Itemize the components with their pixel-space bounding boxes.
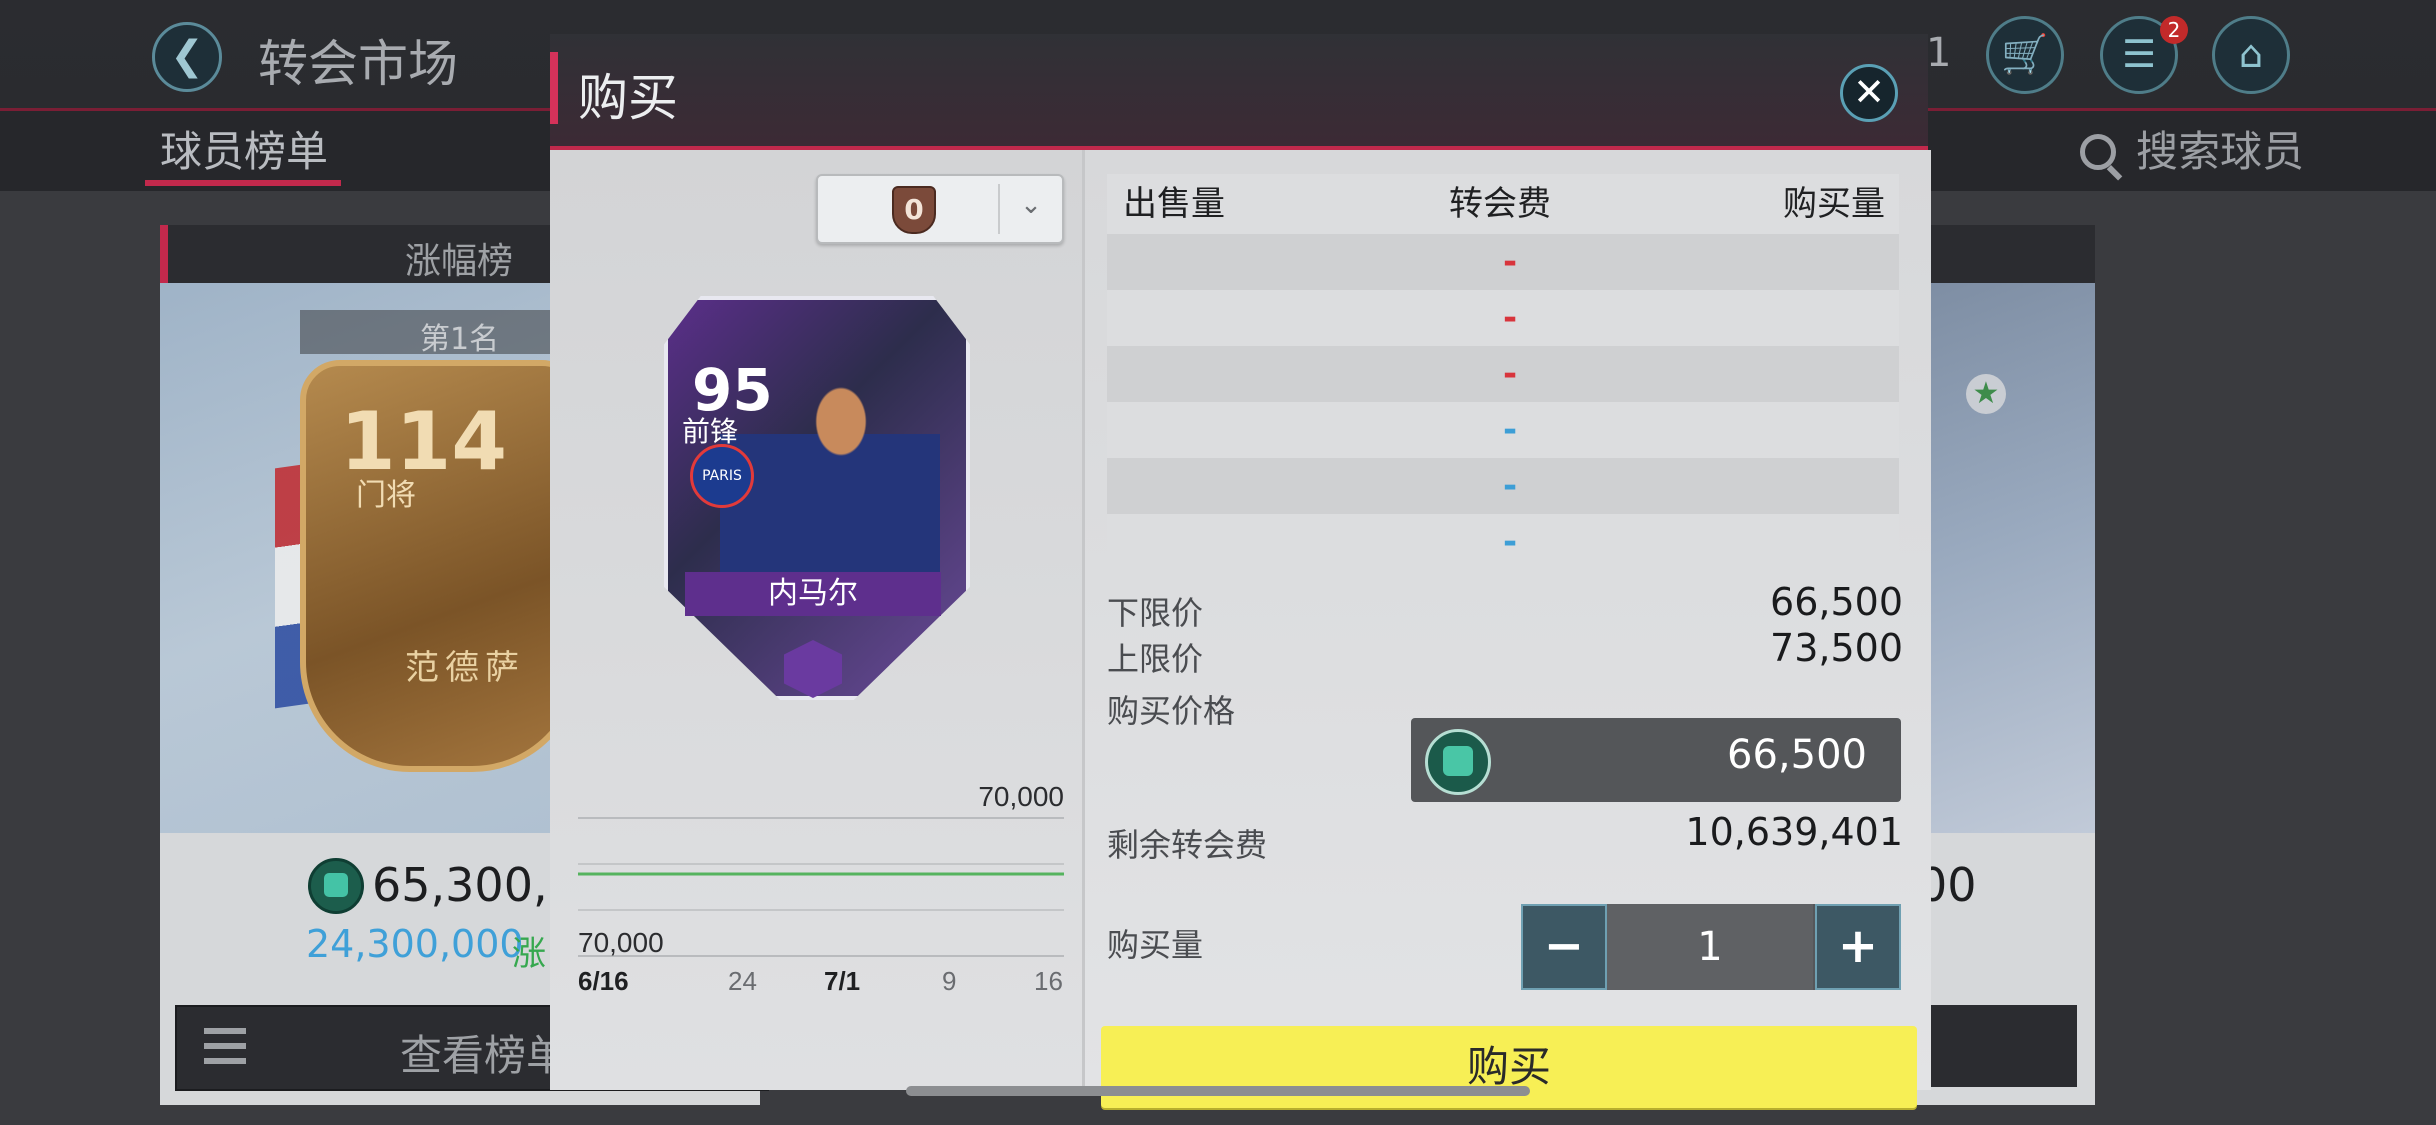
purchase-form-pane: 出售量 转会费 购买量 - - - - - - 下限价 66,500 上限价 7… — [1082, 150, 1931, 1108]
coin-icon — [308, 858, 364, 914]
star-icon: ★ — [1966, 374, 2006, 414]
chevron-left-icon: ❮ — [170, 33, 204, 79]
cart-icon: 🛒 — [2001, 32, 2049, 76]
level-shield-icon: 0 — [892, 186, 936, 234]
row-fee: - — [1503, 354, 1518, 394]
checklist-icon: ☰ — [2121, 32, 2157, 76]
table-row: - — [1107, 514, 1899, 570]
tab-player-rankings[interactable]: 球员榜单 — [160, 118, 328, 179]
dropdown-divider — [998, 184, 1000, 234]
gold-card-position: 门将 — [356, 478, 416, 513]
quantity-stepper: − 1 + — [1521, 904, 1901, 990]
table-row: - — [1107, 290, 1899, 346]
row-fee: - — [1503, 410, 1518, 450]
purchase-modal: 购买 ✕ 0 ⌄ 95 前锋 PARIS 内马尔 70,000 70,000 6… — [550, 34, 1931, 1108]
quantity-value[interactable]: 1 — [1607, 904, 1813, 990]
min-price-label: 下限价 — [1107, 594, 1204, 632]
chart-bottom-value: 70,000 — [578, 927, 664, 958]
modal-header: 购买 ✕ — [550, 34, 1928, 150]
search-players-button[interactable]: 搜索球员 — [2136, 118, 2304, 179]
buy-price-value: 66,500 — [1727, 732, 1867, 778]
min-price-value: 66,500 — [1770, 580, 1903, 624]
remaining-fee-value: 10,639,401 — [1685, 810, 1903, 854]
gold-card-name: 范德萨 — [405, 648, 525, 688]
x-tick-label: 24 — [728, 966, 757, 996]
column-transfer-fee: 转会费 — [1449, 184, 1551, 224]
buy-price-label: 购买价格 — [1107, 692, 1236, 730]
ranking-rise: 24,300,000 — [306, 922, 524, 966]
price-history-chart: 70,000 70,000 6/16 24 7/1 9 16 — [578, 781, 1064, 996]
x-tick-label: 7/1 — [824, 966, 860, 996]
partial-count: 1 — [1926, 30, 1952, 76]
card-player-name: 内马尔 — [768, 576, 858, 611]
ranking-title: 涨幅榜 — [405, 241, 514, 282]
row-fee: - — [1503, 242, 1518, 282]
club-badge-icon: PARIS — [690, 444, 754, 508]
table-row: - — [1107, 234, 1899, 290]
list-icon — [204, 1028, 246, 1064]
search-icon[interactable] — [2080, 134, 2116, 170]
notification-badge: 2 — [2160, 16, 2188, 44]
chart-top-value: 70,000 — [978, 781, 1064, 812]
page-title: 转会市场 — [258, 35, 458, 93]
home-icon: ⌂ — [2238, 32, 2264, 76]
x-tick-label: 16 — [1034, 966, 1063, 996]
cart-button[interactable]: 🛒 — [1986, 16, 2064, 94]
ranking-price: 65,300,0 — [372, 858, 577, 912]
modal-title: 购买 — [578, 69, 678, 127]
increment-button[interactable]: + — [1815, 904, 1901, 990]
table-row: - — [1107, 402, 1899, 458]
close-icon: ✕ — [1853, 70, 1885, 114]
listing-table-header: 出售量 转会费 购买量 — [1107, 174, 1899, 234]
row-fee: - — [1503, 522, 1518, 562]
rank-label: 第1名 — [420, 322, 500, 357]
row-fee: - — [1503, 298, 1518, 338]
table-row: - — [1107, 346, 1899, 402]
row-fee: - — [1503, 466, 1518, 506]
remaining-fee-label: 剩余转会费 — [1107, 826, 1268, 864]
max-price-value: 73,500 — [1770, 626, 1903, 670]
player-preview-pane: 0 ⌄ 95 前锋 PARIS 内马尔 70,000 70,000 6/16 2… — [550, 150, 1082, 1090]
coin-icon — [1425, 729, 1491, 795]
ranking-rise-suffix: 涨 — [512, 934, 546, 974]
home-button[interactable]: ⌂ — [2212, 16, 2290, 94]
table-row: - — [1107, 458, 1899, 514]
header-accent — [550, 52, 558, 124]
close-button[interactable]: ✕ — [1840, 64, 1898, 122]
tab-underline — [145, 180, 341, 186]
modal-scrollbar[interactable] — [906, 1086, 1530, 1096]
x-tick-label: 6/16 — [578, 966, 629, 996]
view-rankings-label: 查看榜单 — [400, 1031, 569, 1080]
decrement-button[interactable]: − — [1521, 904, 1607, 990]
back-button[interactable]: ❮ — [152, 22, 222, 92]
max-price-label: 上限价 — [1107, 640, 1204, 678]
chevron-down-icon: ⌄ — [1020, 190, 1042, 220]
level-dropdown[interactable]: 0 ⌄ — [816, 174, 1064, 244]
column-buy-quantity: 购买量 — [1783, 184, 1885, 224]
column-sale-quantity: 出售量 — [1123, 184, 1225, 224]
quantity-label: 购买量 — [1107, 926, 1204, 964]
x-tick-label: 9 — [942, 966, 956, 996]
buy-price-input[interactable]: 66,500 — [1411, 718, 1901, 802]
